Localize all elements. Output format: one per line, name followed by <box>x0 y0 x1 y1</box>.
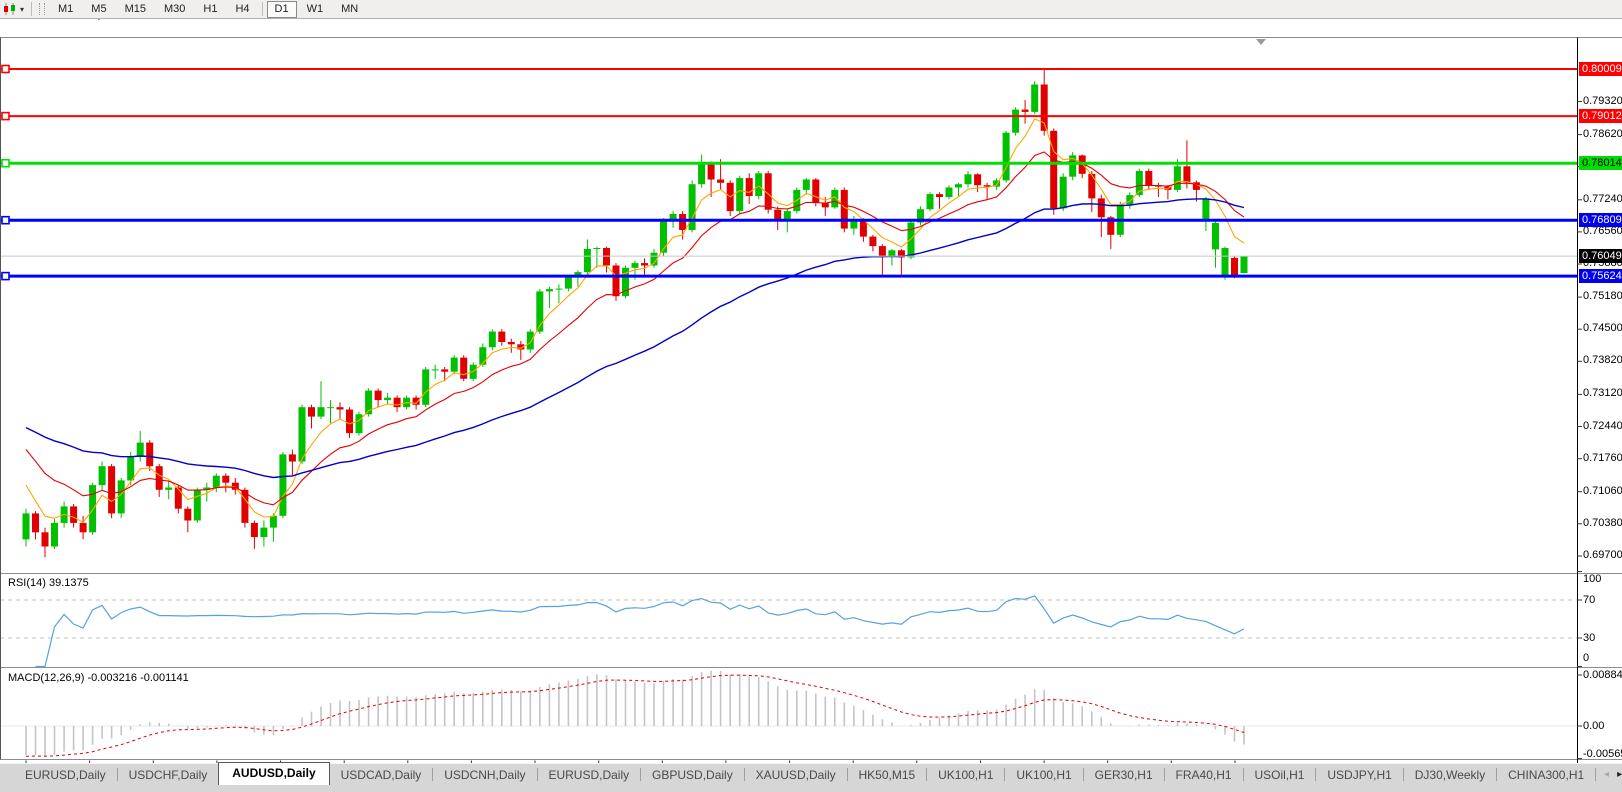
chart-tab-uk100-h1[interactable]: UK100,H1 <box>927 765 1004 785</box>
toolbar: ▾ M1M5M15M30H1H4 D1W1MN <box>0 0 1622 19</box>
macd-pane <box>0 671 1577 757</box>
timeframe-button-h4[interactable]: H4 <box>227 1 257 18</box>
chart-tab-usdcnh-daily[interactable]: USDCNH,Daily <box>433 765 536 785</box>
chart-type-dropdown-caret[interactable]: ▾ <box>20 5 24 14</box>
tab-separator <box>1595 768 1596 781</box>
timeframe-button-d1[interactable]: D1 <box>267 1 297 18</box>
timeframe-button-m15[interactable]: M15 <box>117 1 154 18</box>
rsi-pane <box>0 596 1577 667</box>
chart-tab-uk100-h1[interactable]: UK100,H1 <box>1005 765 1082 785</box>
timeframe-button-w1[interactable]: W1 <box>299 1 332 18</box>
chart-tab-eurusd-daily[interactable]: EURUSD,Daily <box>14 765 117 785</box>
toolbar-separator <box>262 2 263 16</box>
chart-tab-bar: EURUSD,DailyUSDCHF,DailyAUDUSD,DailyUSDC… <box>0 763 1622 785</box>
toolbar-grip[interactable] <box>39 3 45 15</box>
chart-tab-gbpusd-daily[interactable]: GBPUSD,Daily <box>641 765 744 785</box>
toolbar-separator <box>31 2 32 16</box>
chart-tab-dj30-weekly[interactable]: DJ30,Weekly <box>1404 765 1496 785</box>
chart-tab-ger30-h1[interactable]: GER30,H1 <box>1084 765 1164 785</box>
tab-scroll-arrows: ◂▸ <box>1604 769 1622 780</box>
chart-canvas[interactable] <box>0 18 1622 763</box>
chart-shift-marker <box>1256 39 1266 45</box>
timeframe-button-m1[interactable]: M1 <box>50 1 81 18</box>
candlesticks-layer <box>23 69 1248 557</box>
chart-tab-usoil-h1[interactable]: USOil,H1 <box>1243 765 1315 785</box>
chart-tab-audusd-daily[interactable]: AUDUSD,Daily <box>218 762 329 786</box>
timeframe-button-m5[interactable]: M5 <box>83 1 114 18</box>
tab-scroll-right-icon[interactable]: ▸ <box>1617 769 1622 780</box>
chart-tab-china300-h1[interactable]: CHINA300,H1 <box>1497 765 1595 785</box>
chart-surface[interactable] <box>0 18 1622 763</box>
timeframe-button-h1[interactable]: H1 <box>195 1 225 18</box>
chart-tab-hk50-m15[interactable]: HK50,M15 <box>848 765 927 785</box>
timeframe-buttons: M1M5M15M30H1H4 D1W1MN <box>49 1 367 18</box>
chart-tab-xauusd-daily[interactable]: XAUUSD,Daily <box>745 765 847 785</box>
window-bottom-strip <box>0 785 1622 792</box>
mt4-window: ▾ M1M5M15M30H1H4D1W1MN ▼AUDUSD,Daily 0.7… <box>0 0 1622 792</box>
horizontal-levels-layer[interactable] <box>0 39 1577 280</box>
chart-tab-usdjpy-h1[interactable]: USDJPY,H1 <box>1316 765 1402 785</box>
chart-tab-usdcad-daily[interactable]: USDCAD,Daily <box>330 765 433 785</box>
chart-tab-fra40-h1[interactable]: FRA40,H1 <box>1165 765 1243 785</box>
chart-tab-usdchf-daily[interactable]: USDCHF,Daily <box>118 765 219 785</box>
pane-borders <box>0 38 1622 764</box>
timeframe-button-mn[interactable]: MN <box>333 1 366 18</box>
candlestick-chart-icon[interactable] <box>2 2 18 16</box>
timeframe-button-m30[interactable]: M30 <box>156 1 193 18</box>
tab-scroll-left-icon[interactable]: ◂ <box>1604 769 1609 780</box>
chart-tab-eurusd-daily[interactable]: EURUSD,Daily <box>537 765 640 785</box>
